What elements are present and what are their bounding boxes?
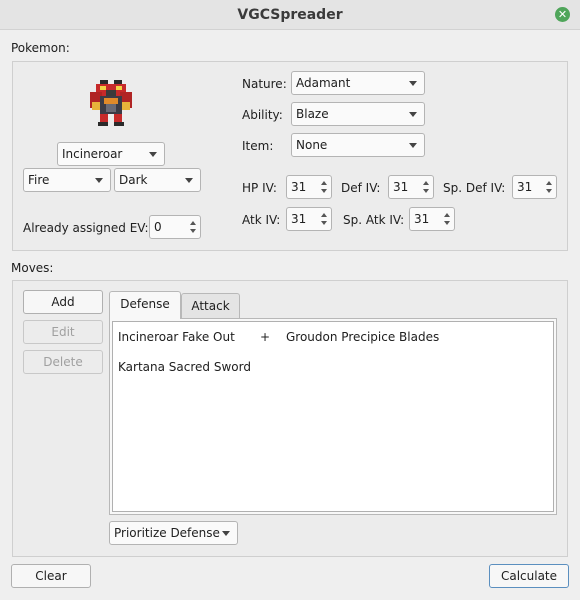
chevron-down-icon [185, 178, 193, 183]
ability-value: Blaze [296, 107, 329, 121]
type2-value: Dark [119, 173, 148, 187]
window-title: VGCSpreader [237, 7, 343, 23]
pokemon-section-label: Pokemon: [11, 41, 70, 55]
hp-iv-spinbox[interactable]: 31 [286, 175, 332, 199]
hp-iv-label: HP IV: [242, 181, 277, 195]
ability-label: Ability: [242, 108, 283, 122]
spatk-iv-label: Sp. Atk IV: [343, 213, 405, 227]
tab-defense[interactable]: Defense [109, 291, 181, 319]
chevron-down-icon [149, 152, 157, 157]
calculate-button[interactable]: Calculate [489, 564, 569, 588]
spin-up-icon[interactable] [321, 213, 327, 217]
type1-value: Fire [28, 173, 50, 187]
spin-up-icon[interactable] [190, 221, 196, 225]
spdef-iv-spinbox[interactable]: 31 [512, 175, 557, 199]
hp-iv-value: 31 [291, 180, 307, 194]
delete-move-button[interactable]: Delete [23, 350, 103, 374]
species-value: Incineroar [62, 147, 123, 161]
clear-button[interactable]: Clear [11, 564, 91, 588]
item-select[interactable]: None [291, 133, 425, 157]
chevron-down-icon [409, 112, 417, 117]
add-move-button[interactable]: Add [23, 290, 103, 314]
priority-value: Prioritize Defense [114, 526, 220, 540]
item-label: Item: [242, 139, 274, 153]
def-iv-label: Def IV: [341, 181, 381, 195]
atk-iv-spinbox[interactable]: 31 [286, 207, 332, 231]
chevron-down-icon [409, 81, 417, 86]
priority-select[interactable]: Prioritize Defense [109, 521, 238, 545]
title-bar: VGCSpreader ✕ [0, 0, 580, 30]
defense-tab-panel: Incineroar Fake Out + Groudon Precipice … [109, 318, 557, 515]
defense-move-list[interactable]: Incineroar Fake Out + Groudon Precipice … [112, 321, 554, 512]
spin-down-icon[interactable] [321, 189, 327, 193]
spin-down-icon[interactable] [423, 189, 429, 193]
spatk-iv-value: 31 [414, 212, 430, 226]
spin-up-icon[interactable] [321, 181, 327, 185]
spin-down-icon[interactable] [321, 221, 327, 225]
close-icon[interactable]: ✕ [555, 7, 570, 22]
atk-iv-label: Atk IV: [242, 213, 281, 227]
spin-up-icon[interactable] [444, 213, 450, 217]
plus-sign: + [260, 330, 271, 344]
nature-select[interactable]: Adamant [291, 71, 425, 95]
chevron-down-icon [409, 143, 417, 148]
partner-move-name: Groudon Precipice Blades [286, 330, 440, 344]
def-iv-value: 31 [393, 180, 409, 194]
list-item[interactable]: Incineroar Fake Out + Groudon Precipice … [118, 327, 548, 347]
edit-move-button[interactable]: Edit [23, 320, 103, 344]
moves-section-label: Moves: [11, 261, 54, 275]
spin-up-icon[interactable] [423, 181, 429, 185]
move-name: Incineroar Fake Out [118, 330, 235, 344]
spin-down-icon[interactable] [444, 221, 450, 225]
move-name: Kartana Sacred Sword [118, 360, 251, 374]
atk-iv-value: 31 [291, 212, 307, 226]
spdef-iv-label: Sp. Def IV: [443, 181, 506, 195]
nature-value: Adamant [296, 76, 351, 90]
chevron-down-icon [222, 531, 230, 536]
pokemon-sprite-image [90, 80, 132, 126]
spin-down-icon[interactable] [546, 189, 552, 193]
spatk-iv-spinbox[interactable]: 31 [409, 207, 455, 231]
assigned-ev-label: Already assigned EV: [23, 221, 149, 235]
spdef-iv-value: 31 [517, 180, 533, 194]
assigned-ev-value: 0 [154, 220, 162, 234]
def-iv-spinbox[interactable]: 31 [388, 175, 434, 199]
spin-up-icon[interactable] [546, 181, 552, 185]
chevron-down-icon [95, 178, 103, 183]
nature-label: Nature: [242, 77, 287, 91]
list-item[interactable]: Kartana Sacred Sword [118, 357, 548, 377]
tab-attack[interactable]: Attack [181, 293, 240, 319]
ability-select[interactable]: Blaze [291, 102, 425, 126]
assigned-ev-spinbox[interactable]: 0 [149, 215, 201, 239]
item-value: None [296, 138, 328, 152]
type1-select[interactable]: Fire [23, 168, 111, 192]
type2-select[interactable]: Dark [114, 168, 201, 192]
spin-down-icon[interactable] [190, 229, 196, 233]
species-select[interactable]: Incineroar [57, 142, 165, 166]
